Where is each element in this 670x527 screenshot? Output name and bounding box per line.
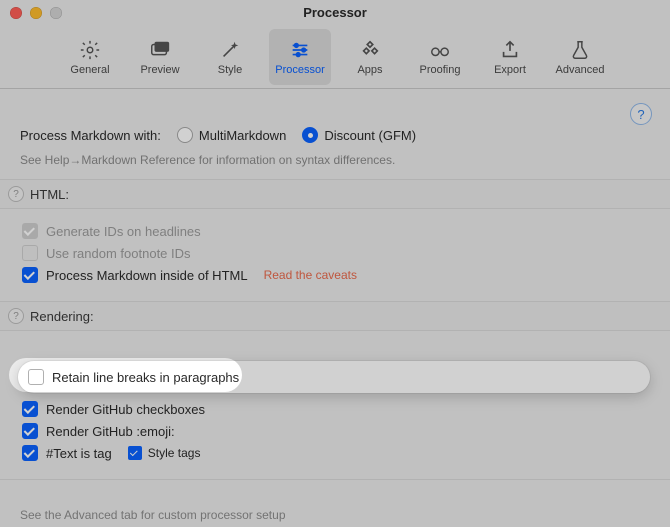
tab-label: Advanced [556, 64, 605, 76]
checkbox-label: Render GitHub checkboxes [46, 402, 205, 417]
section-title: HTML: [30, 187, 69, 202]
checkbox-label: Process Markdown inside of HTML [46, 268, 248, 283]
section-help-icon[interactable]: ? [8, 186, 24, 202]
close-window-button[interactable] [10, 7, 22, 19]
tab-proofing[interactable]: Proofing [409, 29, 471, 85]
check-github-checkboxes[interactable]: Render GitHub checkboxes [22, 401, 650, 417]
help-button[interactable]: ? [630, 103, 652, 125]
section-rendering-body: Retain line breaks in paragraphs Render … [0, 331, 670, 479]
tab-label: Style [218, 64, 242, 76]
preview-icon [148, 38, 172, 62]
checkbox-label: Use random footnote IDs [46, 246, 191, 261]
checkbox[interactable] [128, 446, 142, 460]
window-controls [10, 7, 62, 19]
section-html-body: Generate IDs on headlines Use random foo… [0, 209, 670, 301]
tab-advanced[interactable]: Advanced [549, 29, 611, 85]
read-caveats-link[interactable]: Read the caveats [264, 268, 357, 282]
checkbox[interactable] [22, 423, 38, 439]
checkbox-label: #Text is tag [46, 446, 112, 461]
radio-label: MultiMarkdown [199, 128, 286, 143]
page-content: ? Process Markdown with: MultiMarkdown D… [0, 89, 670, 527]
tab-label: Apps [357, 64, 382, 76]
window-titlebar: Processor [0, 0, 670, 25]
section-help-icon[interactable]: ? [8, 308, 24, 324]
radio-multimarkdown[interactable]: MultiMarkdown [177, 127, 286, 143]
tab-general[interactable]: General [59, 29, 121, 85]
checkbox-label: Retain line breaks in paragraphs [52, 370, 239, 385]
tab-export[interactable]: Export [479, 29, 541, 85]
check-random-footnote: Use random footnote IDs [22, 245, 650, 261]
check-process-inside-html[interactable]: Process Markdown inside of HTML Read the… [22, 267, 650, 283]
radio-label: Discount (GFM) [324, 128, 416, 143]
wand-icon [218, 38, 242, 62]
footer-note: See the Advanced tab for custom processo… [0, 479, 670, 527]
checkbox[interactable] [22, 401, 38, 417]
beaker-icon [568, 38, 592, 62]
checkbox[interactable] [22, 267, 38, 283]
tab-label: Processor [275, 64, 325, 76]
check-style-tags[interactable]: Style tags [128, 446, 201, 460]
tab-preview[interactable]: Preview [129, 29, 191, 85]
radio-icon [177, 127, 193, 143]
engine-label: Process Markdown with: [20, 128, 161, 143]
section-rendering-header: ? Rendering: [0, 301, 670, 331]
zoom-window-button[interactable] [50, 7, 62, 19]
sliders-icon [288, 38, 312, 62]
minimize-window-button[interactable] [30, 7, 42, 19]
checkbox[interactable] [22, 445, 38, 461]
checkbox-retain-line-breaks[interactable] [28, 369, 44, 385]
engine-hint: See Help→Markdown Reference for informat… [0, 149, 670, 179]
apps-icon [358, 38, 382, 62]
engine-row: Process Markdown with: MultiMarkdown Dis… [0, 99, 670, 149]
check-text-is-tag[interactable]: #Text is tag Style tags [22, 445, 650, 461]
tab-label: Export [494, 64, 526, 76]
tab-label: Preview [140, 64, 179, 76]
tab-label: Proofing [420, 64, 461, 76]
glasses-icon [428, 38, 452, 62]
checkbox [22, 245, 38, 261]
checkbox [22, 223, 38, 239]
tab-apps[interactable]: Apps [339, 29, 401, 85]
radio-icon [302, 127, 318, 143]
gear-icon [78, 38, 102, 62]
check-github-emoji[interactable]: Render GitHub :emoji: [22, 423, 650, 439]
tab-label: General [70, 64, 109, 76]
window-title: Processor [303, 5, 367, 20]
section-html-header: ? HTML: [0, 179, 670, 209]
checkbox-label: Generate IDs on headlines [46, 224, 201, 239]
tab-style[interactable]: Style [199, 29, 261, 85]
check-generate-ids: Generate IDs on headlines [22, 223, 650, 239]
section-title: Rendering: [30, 309, 94, 324]
radio-discount[interactable]: Discount (GFM) [302, 127, 416, 143]
tab-processor[interactable]: Processor [269, 29, 331, 85]
export-icon [498, 38, 522, 62]
checkbox-label: Render GitHub :emoji: [46, 424, 175, 439]
highlighted-setting: Retain line breaks in paragraphs [18, 361, 650, 393]
preferences-toolbar: General Preview Style Processor Apps Pro… [0, 25, 670, 89]
checkbox-label: Style tags [148, 446, 201, 460]
